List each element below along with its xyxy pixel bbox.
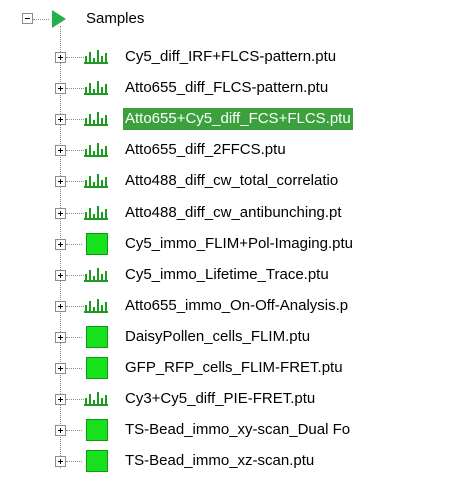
tree-item-expander[interactable] — [55, 363, 66, 374]
tree-item-expander[interactable] — [55, 52, 66, 63]
root-connector-line — [33, 19, 49, 20]
tree-item-label[interactable]: Cy5_immo_FLIM+Pol-Imaging.ptu — [123, 233, 355, 255]
tree-item-connector-line — [66, 399, 86, 400]
tree-item-label-selected[interactable]: Atto655+Cy5_diff_FCS+FLCS.ptu — [123, 108, 353, 130]
tree-item-connector-line — [66, 275, 86, 276]
green-square-icon — [86, 233, 108, 255]
tree-item-connector-line — [66, 181, 86, 182]
tree-item-expander[interactable] — [55, 114, 66, 125]
tree-item-expander[interactable] — [55, 83, 66, 94]
green-square-icon — [86, 326, 108, 348]
histogram-icon — [84, 299, 108, 313]
tree-item-label[interactable]: Cy5_diff_IRF+FLCS-pattern.ptu — [123, 46, 338, 68]
tree-item-label[interactable]: Cy5_immo_Lifetime_Trace.ptu — [123, 264, 331, 286]
tree-item-label[interactable]: Atto655_immo_On-Off-Analysis.p — [123, 295, 350, 317]
histogram-icon — [84, 81, 108, 95]
tree-item-connector-line — [66, 461, 82, 462]
tree-item-connector-line — [66, 88, 86, 89]
histogram-icon — [84, 268, 108, 282]
tree-item-connector-line — [66, 119, 86, 120]
tree-item-label[interactable]: Atto488_diff_cw_antibunching.pt — [123, 202, 344, 224]
tree-item-label[interactable]: Atto655_diff_FLCS-pattern.ptu — [123, 77, 330, 99]
tree-item-label[interactable]: Atto488_diff_cw_total_correlatio — [123, 170, 340, 192]
histogram-icon — [84, 206, 108, 220]
histogram-icon — [84, 174, 108, 188]
tree-item-connector-line — [66, 213, 86, 214]
tree-item-expander[interactable] — [55, 332, 66, 343]
tree-item-expander[interactable] — [55, 456, 66, 467]
histogram-icon — [84, 50, 108, 64]
green-square-icon — [86, 357, 108, 379]
tree-item-expander[interactable] — [55, 301, 66, 312]
tree-item-expander[interactable] — [55, 270, 66, 281]
tree-item-expander[interactable] — [55, 425, 66, 436]
green-square-icon — [86, 450, 108, 472]
tree-item-expander[interactable] — [55, 208, 66, 219]
tree-item-label[interactable]: Cy3+Cy5_diff_PIE-FRET.ptu — [123, 388, 317, 410]
histogram-icon — [84, 392, 108, 406]
tree-item-label[interactable]: Atto655_diff_2FFCS.ptu — [123, 139, 288, 161]
tree-item-expander[interactable] — [55, 394, 66, 405]
histogram-icon — [84, 143, 108, 157]
tree-root-label[interactable]: Samples — [86, 8, 144, 30]
tree-item-label[interactable]: GFP_RFP_cells_FLIM-FRET.ptu — [123, 357, 345, 379]
tree-item-expander[interactable] — [55, 239, 66, 250]
tree-item-connector-line — [66, 150, 86, 151]
tree-item-label[interactable]: TS-Bead_immo_xy-scan_Dual Fo — [123, 419, 352, 441]
file-tree: Samples Cy5_diff_IRF+FLCS-pattern.ptu Att… — [0, 0, 449, 483]
green-square-icon — [86, 419, 108, 441]
tree-item-expander[interactable] — [55, 145, 66, 156]
histogram-icon — [84, 112, 108, 126]
tree-item-label[interactable]: DaisyPollen_cells_FLIM.ptu — [123, 326, 312, 348]
tree-item-expander[interactable] — [55, 176, 66, 187]
tree-item-connector-line — [66, 57, 86, 58]
play-icon — [52, 10, 66, 28]
tree-item-connector-line — [66, 306, 86, 307]
root-collapse-expander[interactable] — [22, 13, 33, 24]
tree-item-connector-line — [66, 337, 82, 338]
tree-item-label[interactable]: TS-Bead_immo_xz-scan.ptu — [123, 450, 316, 472]
tree-item-connector-line — [66, 244, 82, 245]
tree-item-connector-line — [66, 368, 82, 369]
tree-item-connector-line — [66, 430, 82, 431]
